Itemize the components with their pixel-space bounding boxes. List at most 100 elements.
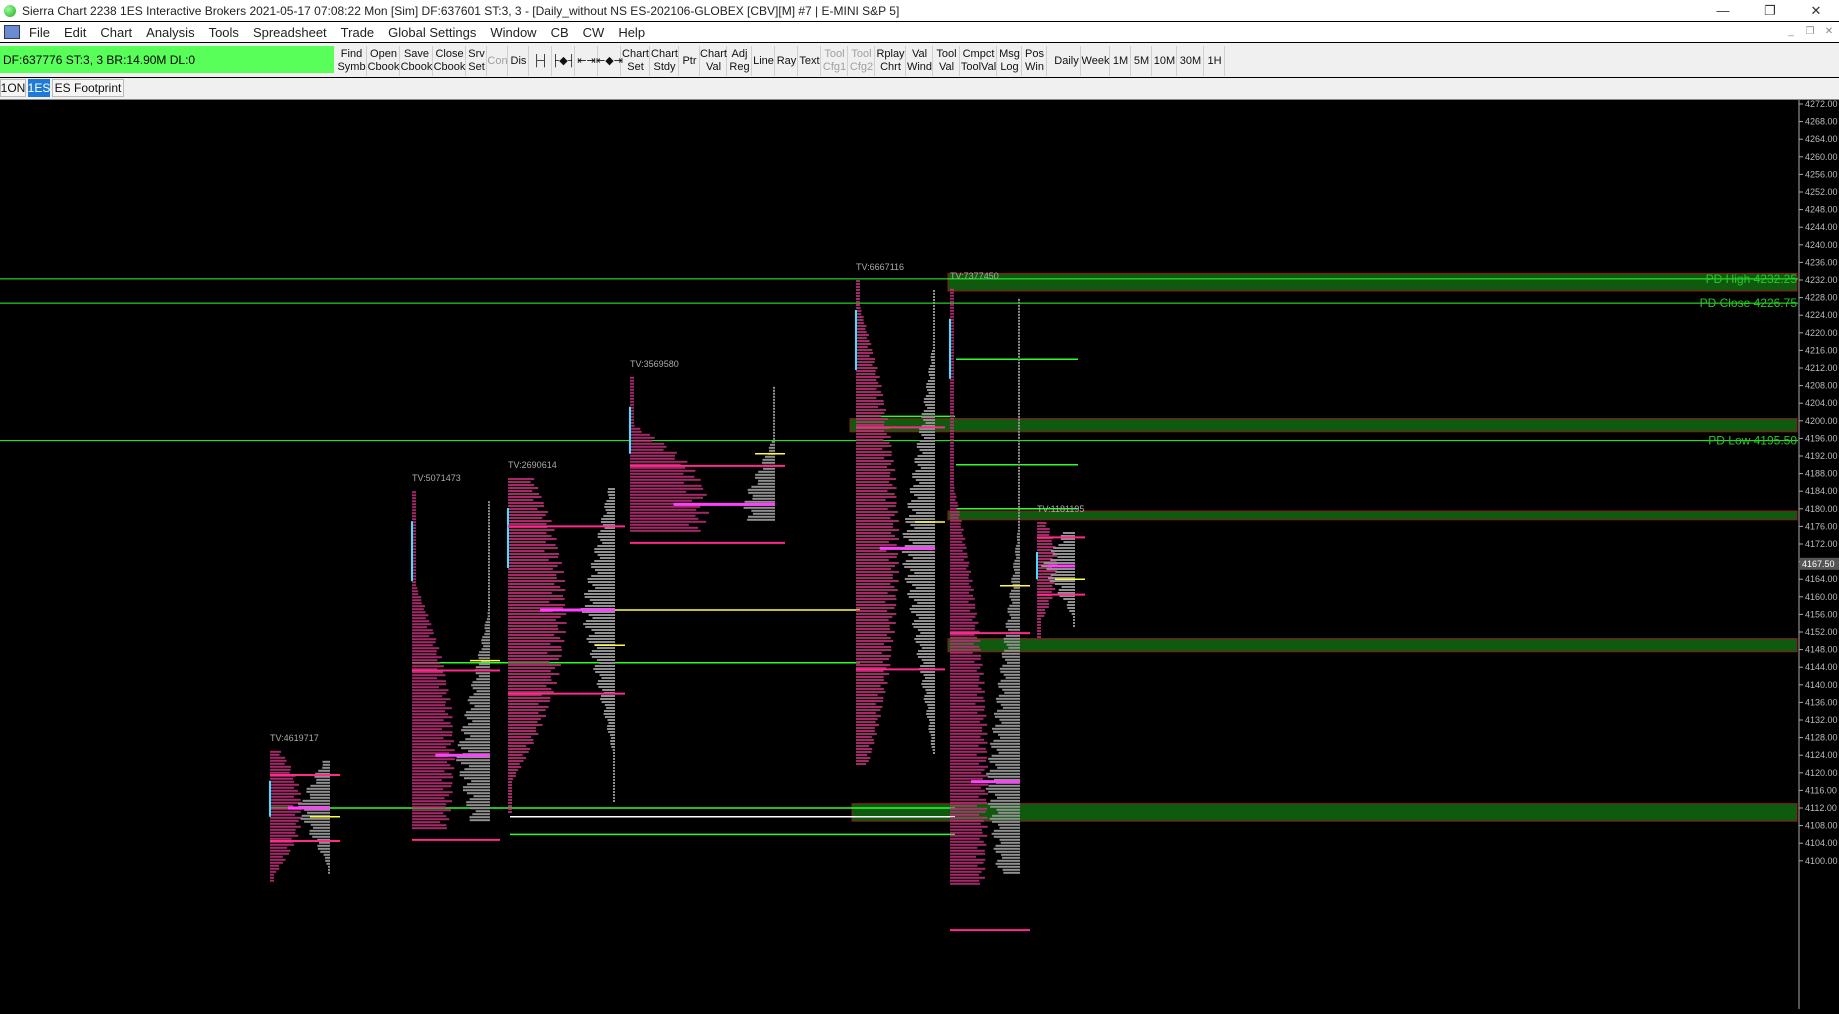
toolbar-button-msg-log[interactable]: Msg Log — [998, 46, 1022, 76]
menu-cb[interactable]: CB — [544, 25, 576, 40]
profile-row — [508, 553, 560, 555]
profile-row — [508, 778, 514, 780]
tab-1on[interactable]: 1ON — [0, 79, 26, 97]
toolbar-button-xxx[interactable]: ├◆┤ — [551, 46, 576, 76]
toolbar-button-con[interactable]: Con — [487, 46, 508, 76]
volume-row — [913, 620, 935, 622]
toolbar-button-rplay-chrt[interactable]: Rplay Chrt — [876, 46, 906, 76]
menu-global-settings[interactable]: Global Settings — [381, 25, 483, 40]
volume-row — [744, 500, 775, 503]
toolbar-button-val-wind[interactable]: Val Wind — [907, 46, 933, 76]
menu-chart[interactable]: Chart — [93, 25, 139, 40]
profile-row — [630, 427, 641, 430]
toolbar-button-5m[interactable]: 5M — [1132, 46, 1152, 76]
profile-row — [950, 774, 989, 777]
toolbar-button-open-cbook[interactable]: Open Cbook — [368, 46, 400, 76]
profile-row — [412, 758, 455, 761]
toolbar-button-xx[interactable]: ├┤ — [530, 46, 552, 76]
profile-row — [856, 661, 883, 663]
volume-row — [931, 737, 935, 739]
profile-row — [950, 510, 960, 513]
profile-row — [1037, 633, 1041, 635]
profile-row — [950, 867, 986, 870]
volume-row — [1018, 337, 1020, 340]
toolbar-button-srv-set[interactable]: Srv Set — [467, 46, 487, 76]
menu-cw[interactable]: CW — [576, 25, 612, 40]
menu-help[interactable]: Help — [611, 25, 652, 40]
menu-trade[interactable]: Trade — [334, 25, 381, 40]
menu-edit[interactable]: Edit — [57, 25, 93, 40]
profile-row — [508, 493, 540, 495]
toolbar-button-chart-stdy[interactable]: Chart Stdy — [651, 46, 679, 76]
toolbar-button-pos-win[interactable]: Pos Win — [1023, 46, 1047, 76]
minimize-icon[interactable]: — — [1700, 0, 1746, 21]
volume-row — [613, 779, 615, 781]
toolbar-button-ptr[interactable]: Ptr — [680, 46, 700, 76]
profile-row — [412, 584, 416, 587]
profile-row — [950, 597, 975, 600]
volume-row — [481, 642, 490, 645]
toolbar-button-text[interactable]: Text — [799, 46, 821, 76]
volume-row — [481, 648, 490, 651]
volume-row — [466, 804, 490, 807]
toolbar-button-xx[interactable]: ⇤⇥ — [576, 46, 598, 76]
toolbar-button-line[interactable]: Line — [753, 46, 775, 76]
restore-icon[interactable]: ❐ — [1747, 0, 1793, 21]
mdi-restore-icon[interactable]: ❐ — [1801, 24, 1819, 39]
volume-row — [592, 602, 615, 604]
price-tick-label: 4180.00 — [1805, 504, 1838, 514]
toolbar-button-10m[interactable]: 10M — [1153, 46, 1177, 76]
toolbar-button-daily[interactable]: Daily — [1053, 46, 1081, 76]
tab-es-footprint[interactable]: ES Footprint — [52, 79, 124, 97]
toolbar-button-30m[interactable]: 30M — [1178, 46, 1204, 76]
profile-row — [950, 828, 982, 831]
toolbar-button-tool-cfg1[interactable]: Tool Cfg1 — [822, 46, 848, 76]
profile-row — [412, 809, 451, 812]
profile-1 — [411, 491, 500, 841]
volume-row — [591, 566, 615, 568]
toolbar-button-chart-val[interactable]: Chart Val — [700, 46, 727, 76]
menu-analysis[interactable]: Analysis — [139, 25, 201, 40]
toolbar-button-cmpct-toolval[interactable]: Cmpct ToolVal — [961, 46, 997, 76]
toolbar-button-tool-val[interactable]: Tool Val — [934, 46, 960, 76]
volume-row — [488, 570, 490, 573]
profile-row — [856, 535, 895, 537]
toolbar-button-save-cbook[interactable]: Save Cbook — [401, 46, 433, 76]
toolbar-button-chart-set[interactable]: Chart Set — [622, 46, 650, 76]
market-profile-chart[interactable]: PD High 4232.25 PD Close 4226.75 PD Low 41… — [0, 99, 1839, 1009]
profile-row — [630, 505, 701, 508]
tab-1es[interactable]: 1ES — [28, 79, 50, 97]
volume-row — [600, 698, 615, 700]
profile-row — [856, 316, 864, 318]
volume-row — [995, 697, 1020, 700]
toolbar-button-ray[interactable]: Ray — [776, 46, 798, 76]
price-tick-label: 4120.00 — [1805, 768, 1838, 778]
mdi-minimize-icon[interactable]: _ — [1782, 24, 1800, 39]
profile-row — [856, 451, 892, 453]
toolbar-button-dis[interactable]: Dis — [509, 46, 529, 76]
volume-row — [1005, 625, 1020, 628]
menu-file[interactable]: File — [22, 25, 57, 40]
chart-window-icon[interactable] — [4, 25, 20, 39]
chart-area[interactable]: PD High 4232.25 PD Close 4226.75 PD Low 41… — [0, 99, 1839, 1009]
close-icon[interactable]: ✕ — [1793, 0, 1839, 21]
volume-row — [1018, 466, 1020, 469]
volume-row — [1017, 532, 1020, 535]
profile-row — [950, 843, 987, 846]
toolbar-button-find-symb[interactable]: Find Symb — [337, 46, 367, 76]
toolbar-button-1h[interactable]: 1H — [1205, 46, 1225, 76]
toolbar-button-1m[interactable]: 1M — [1111, 46, 1131, 76]
toolbar-button-xxx[interactable]: ⇤◆⇥ — [596, 46, 623, 76]
menu-spreadsheet[interactable]: Spreadsheet — [246, 25, 334, 40]
mdi-close-icon[interactable]: ✕ — [1820, 24, 1838, 39]
toolbar-button-tool-cfg2[interactable]: Tool Cfg2 — [849, 46, 875, 76]
volume-row — [475, 810, 490, 813]
volume-row — [488, 576, 490, 579]
volume-row — [475, 672, 490, 675]
menu-tools[interactable]: Tools — [202, 25, 246, 40]
menu-window[interactable]: Window — [483, 25, 543, 40]
toolbar-button-adj-reg[interactable]: Adj Reg — [728, 46, 752, 76]
toolbar-button-close-cbook[interactable]: Close Cbook — [434, 46, 466, 76]
profile-row — [950, 882, 981, 885]
toolbar-button-week[interactable]: Week — [1082, 46, 1110, 76]
